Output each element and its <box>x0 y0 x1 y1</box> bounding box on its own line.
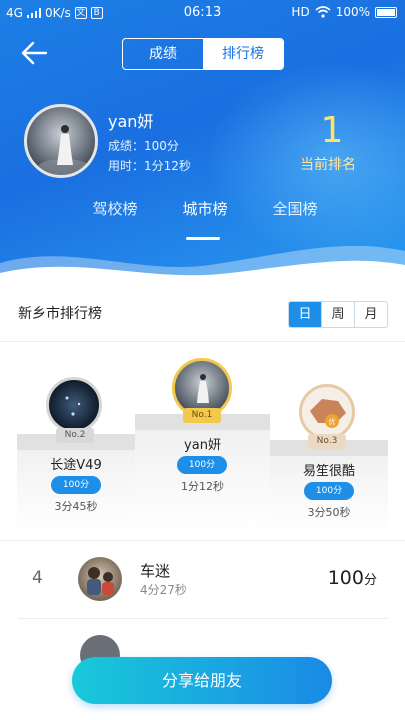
divider <box>18 618 388 619</box>
status-bar: 4G 0K/s 文 B 06:13 HD 100% <box>0 0 405 26</box>
third-place-time: 3分50秒 <box>307 506 351 519</box>
battery-icon <box>375 6 397 18</box>
user-name: yan妍 <box>108 112 154 131</box>
third-place-avatar: 优 <box>299 384 355 440</box>
divider <box>0 341 405 342</box>
avatar-cartoon-image: 优 <box>310 399 346 428</box>
current-rank-value: 1 <box>320 110 344 151</box>
row-avatar <box>78 557 122 601</box>
tab-leaderboard[interactable]: 排行榜 <box>203 39 283 69</box>
current-rank-label: 当前排名 <box>300 157 356 173</box>
period-month[interactable]: 月 <box>354 302 387 327</box>
leaderboard-title: 新乡市排行榜 <box>18 306 102 322</box>
svg-text:优: 优 <box>329 417 336 426</box>
tab-scores[interactable]: 成绩 <box>123 39 203 69</box>
second-place-time: 3分45秒 <box>54 500 98 513</box>
active-tab-indicator <box>186 237 220 240</box>
row-score: 100分 <box>328 567 377 589</box>
battery-percent: 100% <box>335 5 370 19</box>
third-place-badge: No.3 <box>308 434 346 449</box>
user-time: 用时：1分12秒 <box>108 159 191 173</box>
second-place-name: 长途V49 <box>50 458 102 473</box>
first-place-score: 100分 <box>177 456 227 474</box>
view-segment: 成绩 排行榜 <box>122 38 284 70</box>
avatar-figure-image <box>197 374 209 403</box>
row-score-value: 100 <box>327 567 364 589</box>
avatar-people-image <box>87 567 114 595</box>
period-selector: 日 周 月 <box>288 301 388 328</box>
third-place-score: 100分 <box>304 482 354 500</box>
user-score: 成绩：100分 <box>108 139 179 153</box>
first-place-badge: No.1 <box>183 408 221 423</box>
hd-label: HD <box>291 5 310 19</box>
share-button[interactable]: 分享给朋友 <box>72 657 332 704</box>
avatar-night-image <box>65 396 81 416</box>
second-place-avatar <box>46 377 102 433</box>
period-week[interactable]: 周 <box>321 302 354 327</box>
row-time: 4分27秒 <box>140 583 187 597</box>
back-arrow-icon[interactable] <box>20 40 48 66</box>
second-place-badge: No.2 <box>56 428 94 443</box>
user-avatar <box>24 104 98 178</box>
row-rank: 4 <box>32 568 43 588</box>
third-place-name: 易笙很酷 <box>302 464 355 479</box>
scope-tabs: 驾校榜 城市榜 全国榜 <box>70 198 340 219</box>
divider <box>0 540 405 541</box>
second-place-score: 100分 <box>51 476 101 494</box>
row-name: 车迷 <box>140 562 171 580</box>
row-score-unit: 分 <box>363 573 377 588</box>
wifi-icon <box>315 6 331 18</box>
period-day[interactable]: 日 <box>289 302 321 327</box>
tab-city[interactable]: 城市榜 <box>160 198 250 219</box>
first-place-time: 1分12秒 <box>181 480 224 493</box>
tab-national[interactable]: 全国榜 <box>250 198 340 219</box>
tab-school[interactable]: 驾校榜 <box>70 198 160 219</box>
first-place-name: yan妍 <box>184 438 221 453</box>
header-wave <box>0 245 405 285</box>
